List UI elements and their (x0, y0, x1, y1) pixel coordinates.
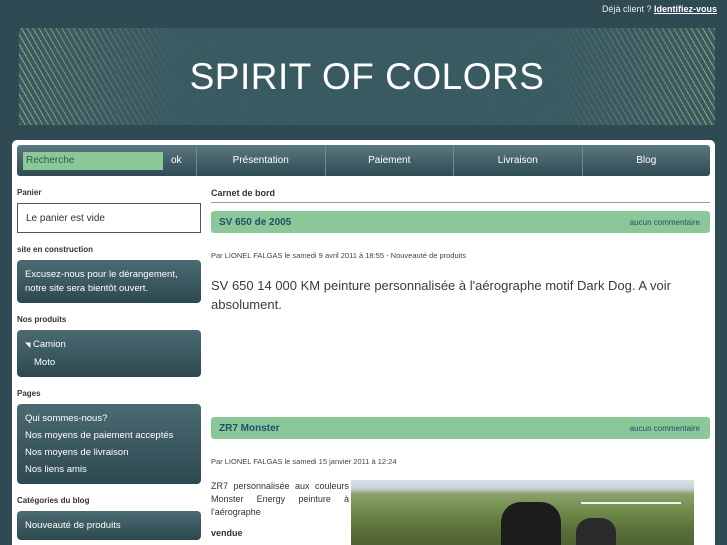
construction-line: Excusez-nous pour le dérangement, (25, 269, 178, 280)
cart-title: Panier (17, 188, 42, 197)
post-header: ZR7 Monster aucun commentaire (211, 417, 710, 439)
sidebar: Panier Le panier est vide site en constr… (17, 188, 201, 545)
cart-box: Le panier est vide (17, 203, 201, 233)
blog-categories-title: Catégories du blog (17, 496, 90, 505)
blog-post: SV 650 de 2005 aucun commentaire Par LIO… (211, 211, 710, 314)
nav-item-livraison[interactable]: Livraison (454, 145, 583, 176)
pages-title: Pages (17, 389, 41, 398)
post-header: SV 650 de 2005 aucun commentaire (211, 211, 710, 233)
post-body-row: ZR7 personnalisée aux couleurs Monster E… (211, 480, 710, 545)
nav-item-paiement[interactable]: Paiement (326, 145, 454, 176)
section-title: Carnet de bord (211, 188, 710, 203)
photo-motorcycle (501, 502, 561, 545)
motorcycle-photo (351, 480, 694, 545)
blog-post: ZR7 Monster aucun commentaire Par LIONEL… (211, 417, 710, 545)
product-category-label: Camion (33, 339, 66, 350)
nav-item-presentation[interactable]: Présentation (197, 145, 326, 176)
page-link[interactable]: Nos moyens de paiement acceptés (25, 427, 193, 444)
page-link[interactable]: Nos liens amis (25, 461, 193, 478)
post-body: ZR7 personnalisée aux couleurs Monster E… (211, 481, 349, 517)
pages-box: Qui sommes-nous? Nos moyens de paiement … (17, 404, 201, 484)
main-nav: ok Présentation Paiement Livraison Blog (17, 145, 710, 176)
product-category-camion[interactable]: ◥ Camion (25, 336, 193, 354)
expand-arrow-icon: ◥ (25, 342, 31, 349)
product-category-moto[interactable]: Moto (25, 354, 193, 371)
page-link[interactable]: Nos moyens de livraison (25, 444, 193, 461)
post-title-link[interactable]: ZR7 Monster (219, 423, 280, 434)
login-link[interactable]: Identifiez-vous (654, 4, 717, 14)
products-box: ◥ Camion Moto (17, 330, 201, 377)
blog-content: Carnet de bord SV 650 de 2005 aucun comm… (211, 188, 710, 545)
page-link[interactable]: Qui sommes-nous? (25, 410, 193, 427)
search-input[interactable] (23, 151, 163, 170)
post-meta: Par LIONEL FALGAS le samedi 15 janvier 2… (211, 457, 397, 466)
main-panel: ok Présentation Paiement Livraison Blog … (12, 140, 715, 545)
post-meta: Par LIONEL FALGAS le samedi 9 avril 2011… (211, 251, 467, 260)
returning-customer-text: Déjà client ? (601, 4, 652, 14)
nav-item-blog[interactable]: Blog (583, 145, 711, 176)
photo-fence (581, 484, 681, 504)
photo-motorcycle (576, 518, 616, 545)
construction-title: site en construction (17, 245, 94, 254)
construction-box: Excusez-nous pour le dérangement, notre … (17, 260, 201, 303)
blog-categories-box: Nouveauté de produits (17, 511, 201, 540)
product-category-label: Moto (34, 357, 56, 368)
construction-line: notre site sera bientôt ouvert. (25, 283, 149, 294)
login-bar: Déjà client ? Identifiez-vous (602, 4, 717, 14)
search-submit-button[interactable]: ok (171, 155, 182, 166)
site-title: SPIRIT OF COLORS (189, 56, 545, 97)
post-title-link[interactable]: SV 650 de 2005 (219, 217, 291, 228)
post-body: SV 650 14 000 KM peinture personnalisée … (211, 278, 671, 312)
site-banner: SPIRIT OF COLORS (19, 28, 715, 125)
post-comments-link[interactable]: aucun commentaire (630, 218, 700, 227)
search-form: ok (17, 145, 197, 176)
products-title: Nos produits (17, 315, 67, 324)
blog-category-link[interactable]: Nouveauté de produits (25, 517, 193, 534)
post-status: vendue (211, 528, 243, 538)
post-comments-link[interactable]: aucun commentaire (630, 424, 700, 433)
cart-status: Le panier est vide (26, 213, 105, 224)
post-text: ZR7 personnalisée aux couleurs Monster E… (211, 480, 351, 545)
